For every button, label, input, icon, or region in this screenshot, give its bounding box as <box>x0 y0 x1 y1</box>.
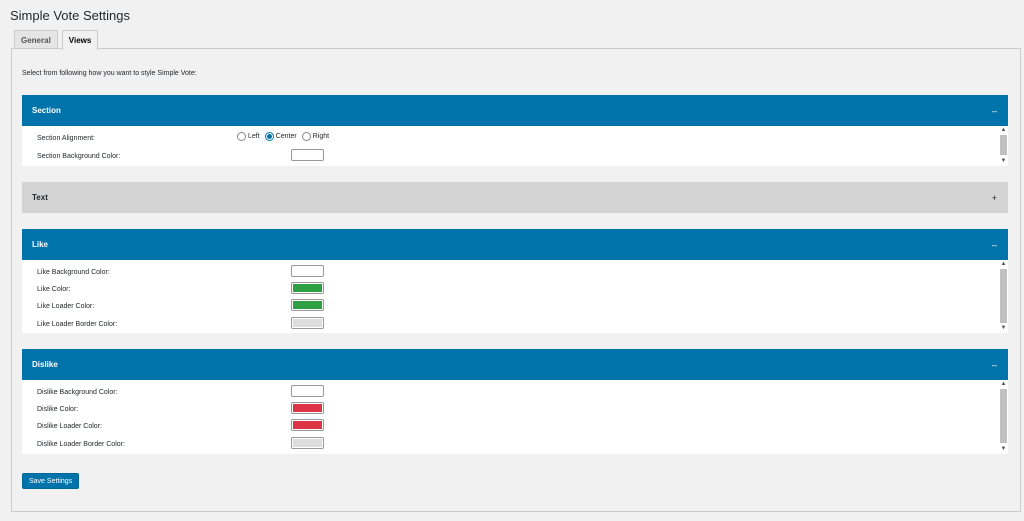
accordion-section: Section – Section Alignment: Left Center… <box>22 95 1008 166</box>
scroll-thumb[interactable] <box>1000 269 1007 323</box>
scroll-down-arrow[interactable]: ▼ <box>999 445 1008 453</box>
intro-text: Select from following how you want to st… <box>22 70 197 77</box>
like-field-row: Like Background Color: <box>37 266 110 278</box>
dislike-field-row: Dislike Loader Border Color: <box>37 438 125 450</box>
swatch-fill <box>293 284 322 292</box>
radio-right[interactable] <box>301 132 311 141</box>
accordion-text-header[interactable]: Text + <box>22 182 1008 213</box>
dislike-color-label: Dislike Color: <box>37 405 79 413</box>
swatch-fill <box>293 439 322 447</box>
dislike-scrollbar[interactable]: ▲ ▼ <box>999 380 1008 454</box>
like-field-row: Like Loader Color: <box>37 300 94 312</box>
accordion-text-title: Text <box>32 193 48 202</box>
accordion-section-title: Section <box>32 106 61 115</box>
swatch-fill <box>293 319 322 327</box>
scroll-up-arrow[interactable]: ▲ <box>999 260 1008 268</box>
swatch-fill <box>293 267 322 275</box>
accordion-dislike-body: Dislike Background Color: Dislike Color:… <box>22 380 1008 454</box>
like-color-swatch[interactable] <box>291 282 324 294</box>
accordion-text: Text + <box>22 182 1008 213</box>
collapse-icon[interactable]: – <box>992 106 997 116</box>
like-field-row: Like Loader Border Color: <box>37 318 117 330</box>
page-title: Simple Vote Settings <box>10 8 130 23</box>
accordion-dislike: Dislike – Dislike Background Color: Disl… <box>22 349 1008 454</box>
accordion-dislike-title: Dislike <box>32 360 58 369</box>
collapse-icon[interactable]: – <box>992 360 997 370</box>
scroll-thumb[interactable] <box>1000 389 1007 443</box>
section-alignment-row: Section Alignment: <box>37 132 95 144</box>
dislike-field-row: Dislike Loader Color: <box>37 420 102 432</box>
dislike-field-row: Dislike Color: <box>37 403 78 415</box>
radio-center[interactable] <box>264 132 274 141</box>
accordion-like-header[interactable]: Like – <box>22 229 1008 260</box>
like-bg-color-swatch[interactable] <box>291 265 324 277</box>
collapse-icon[interactable]: – <box>992 240 997 250</box>
like-color-label: Like Color: <box>37 285 71 293</box>
section-alignment-label: Section Alignment: <box>37 134 95 142</box>
dislike-bg-label: Dislike Background Color: <box>37 388 118 396</box>
swatch-fill <box>293 151 322 159</box>
section-bg-label: Section Background Color: <box>37 152 121 160</box>
scroll-down-arrow[interactable]: ▼ <box>999 157 1008 165</box>
accordion-like-body: Like Background Color: Like Color: Like … <box>22 260 1008 333</box>
radio-center-label: Center <box>275 133 297 140</box>
radio-left[interactable] <box>237 132 246 141</box>
section-bg-color-swatch[interactable] <box>291 149 324 161</box>
section-bg-row: Section Background Color: <box>37 150 120 162</box>
accordion-like: Like – Like Background Color: Like Color… <box>22 229 1008 333</box>
expand-icon[interactable]: + <box>992 193 997 203</box>
like-loader-label: Like Loader Color: <box>37 302 95 310</box>
scroll-thumb[interactable] <box>1000 135 1007 155</box>
dislike-loader-label: Dislike Loader Color: <box>37 422 102 430</box>
swatch-fill <box>293 301 322 309</box>
dislike-field-row: Dislike Background Color: <box>37 386 118 398</box>
accordion-section-header[interactable]: Section – <box>22 95 1008 126</box>
radio-right-label: Right <box>312 133 330 140</box>
scroll-down-arrow[interactable]: ▼ <box>999 324 1008 332</box>
swatch-fill <box>293 421 322 429</box>
section-scrollbar[interactable]: ▲ ▼ <box>999 126 1008 166</box>
section-alignment-radios: Left Center Right <box>237 132 332 141</box>
dislike-loader-border-color-swatch[interactable] <box>291 437 324 449</box>
dislike-bg-color-swatch[interactable] <box>291 385 324 397</box>
tab-bar: General Views <box>14 30 99 50</box>
like-loader-border-label: Like Loader Border Color: <box>37 320 118 328</box>
views-panel: Select from following how you want to st… <box>11 48 1021 512</box>
dislike-color-swatch[interactable] <box>291 402 324 414</box>
accordion-section-body: Section Alignment: Left Center Right Sec… <box>22 126 1008 166</box>
accordion-like-title: Like <box>32 240 49 249</box>
radio-left-label: Left <box>248 133 260 140</box>
tab-views[interactable]: Views <box>61 30 99 50</box>
like-field-row: Like Color: <box>37 283 70 295</box>
like-scrollbar[interactable]: ▲ ▼ <box>999 260 1008 333</box>
dislike-loader-color-swatch[interactable] <box>291 419 324 431</box>
scroll-up-arrow[interactable]: ▲ <box>999 380 1008 388</box>
accordion-dislike-header[interactable]: Dislike – <box>22 349 1008 380</box>
save-settings-button[interactable]: Save Settings <box>22 473 80 489</box>
swatch-fill <box>293 387 322 395</box>
like-loader-color-swatch[interactable] <box>291 299 324 311</box>
like-bg-label: Like Background Color: <box>37 268 110 276</box>
dislike-loader-border-label: Dislike Loader Border Color: <box>37 440 125 448</box>
scroll-up-arrow[interactable]: ▲ <box>999 126 1008 134</box>
swatch-fill <box>293 404 322 412</box>
like-loader-border-color-swatch[interactable] <box>291 317 324 329</box>
tab-general[interactable]: General <box>14 30 58 49</box>
